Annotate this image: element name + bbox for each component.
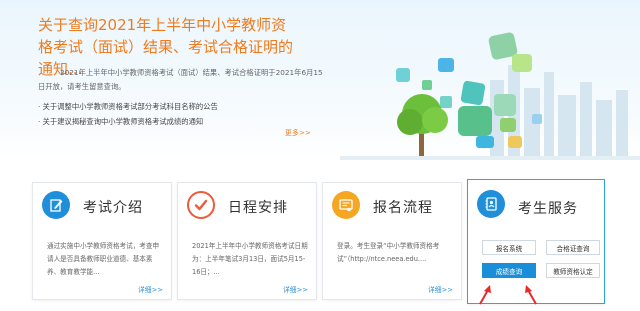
card-description: 2021年上半年中小学教师资格考试日期为：上半年笔试3月13日，面试5月15-1…	[192, 242, 308, 276]
card-description: 通过实施中小学教师资格考试，考查申请人是否具备教师职业道德、基本素养、教育教学能…	[47, 242, 160, 276]
card-title: 考生服务	[518, 201, 578, 217]
hero-news-list: 关于调整中小学教师资格考试部分考试科目名称的公告 关于建议揭秘查询中小学教师资格…	[38, 99, 218, 129]
card-details-link[interactable]: 详细>>	[428, 284, 453, 294]
pencil-icon	[42, 191, 70, 219]
checkmark-icon	[187, 191, 215, 219]
hero-news-item[interactable]: 关于建议揭秘查询中小学教师资格考试成绩的通知	[38, 114, 218, 129]
hero-banner: 关于查询2021年上半年中小学教师资格考试（面试）结果、考试合格证明的通知...…	[0, 0, 640, 160]
card-details-link[interactable]: 详细>>	[138, 284, 163, 294]
certificate-query-button[interactable]: 合格证查询	[546, 240, 600, 255]
registration-system-button[interactable]: 报名系统	[482, 240, 536, 255]
schedule-card: 日程安排 2021年上半年中小学教师资格考试日期为：上半年笔试3月13日，面试5…	[177, 182, 317, 300]
service-button-grid: 报名系统 合格证查询 成绩查询 教师资格认定	[482, 240, 600, 278]
card-details-link[interactable]: 详细>>	[283, 284, 308, 294]
address-book-icon	[477, 190, 505, 218]
card-title: 考试介绍	[83, 200, 143, 216]
hero-more-link[interactable]: 更多>>	[285, 128, 311, 138]
hero-news-item[interactable]: 关于调整中小学教师资格考试部分考试科目名称的公告	[38, 99, 218, 114]
score-query-button[interactable]: 成绩查询	[482, 263, 536, 278]
annotation-arrow-left	[479, 285, 491, 305]
hero-summary-text: 2021年上半年中小学教师资格考试（面试）结果、考试合格证明于2021年6月15…	[38, 68, 323, 91]
registration-card: 报名流程 登录。考生登录“中小学教师资格考试”（http://ntce.neea…	[322, 182, 462, 300]
teacher-certification-button[interactable]: 教师资格认定	[546, 263, 600, 278]
card-title: 日程安排	[228, 200, 288, 216]
card-title: 报名流程	[373, 200, 433, 216]
city-illustration	[340, 32, 640, 160]
exam-intro-card: 考试介绍 通过实施中小学教师资格考试，考查申请人是否具备教师职业道德、基本素养、…	[32, 182, 172, 300]
annotation-arrow-right	[525, 285, 537, 305]
card-description: 登录。考生登录“中小学教师资格考试”（http://ntce.neea.edu.…	[337, 242, 440, 263]
certificate-icon	[332, 191, 360, 219]
